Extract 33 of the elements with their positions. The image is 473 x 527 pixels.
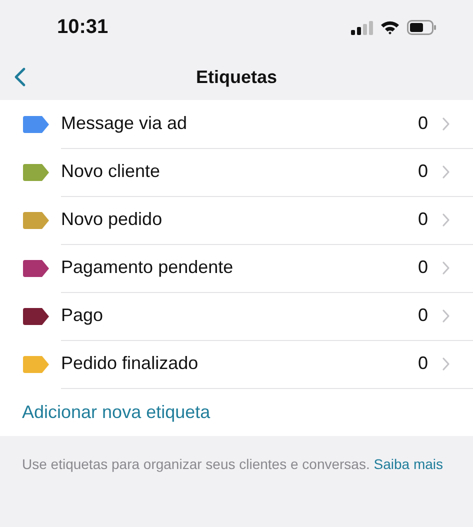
label-name: Novo pedido (61, 209, 164, 230)
chevron-right-icon (442, 212, 450, 226)
wifi-icon (380, 20, 400, 35)
chevron-right-icon (442, 356, 450, 370)
label-row[interactable]: Pedido finalizado 0 (0, 340, 473, 388)
label-count: 0 (418, 353, 428, 374)
back-chevron-icon (14, 67, 26, 87)
label-row[interactable]: Novo pedido 0 (0, 196, 473, 244)
label-name: Message via ad (61, 113, 188, 134)
label-row[interactable]: Pago 0 (0, 292, 473, 340)
label-count: 0 (418, 305, 428, 326)
chevron-right-icon (442, 260, 450, 274)
chevron-right-icon (442, 116, 450, 130)
footer-text: Use etiquetas para organizar seus clientes e conversas. Saiba mais (21, 455, 444, 474)
label-count: 0 (418, 161, 428, 182)
label-count: 0 (418, 113, 428, 134)
label-name: Pedido finalizado (61, 353, 200, 374)
label-count: 0 (418, 257, 428, 278)
label-name: Novo cliente (61, 161, 162, 182)
label-name: Pagamento pendente (61, 257, 234, 278)
label-name: Pago (61, 305, 104, 326)
label-row[interactable]: Message via ad 0 (0, 100, 473, 148)
label-row[interactable]: Pagamento pendente 0 (0, 244, 473, 292)
battery-icon (407, 20, 437, 35)
chevron-right-icon (442, 164, 450, 178)
label-count: 0 (418, 209, 428, 230)
learn-more-link[interactable]: Saiba mais (374, 456, 444, 472)
chevron-right-icon (442, 308, 450, 322)
status-time: 10:31 (57, 16, 108, 39)
signal-icon (351, 20, 373, 34)
label-row[interactable]: Novo cliente 0 (0, 148, 473, 196)
add-label-link[interactable]: Adicionar nova etiqueta (22, 402, 210, 422)
screen-title: Etiquetas (196, 67, 278, 88)
